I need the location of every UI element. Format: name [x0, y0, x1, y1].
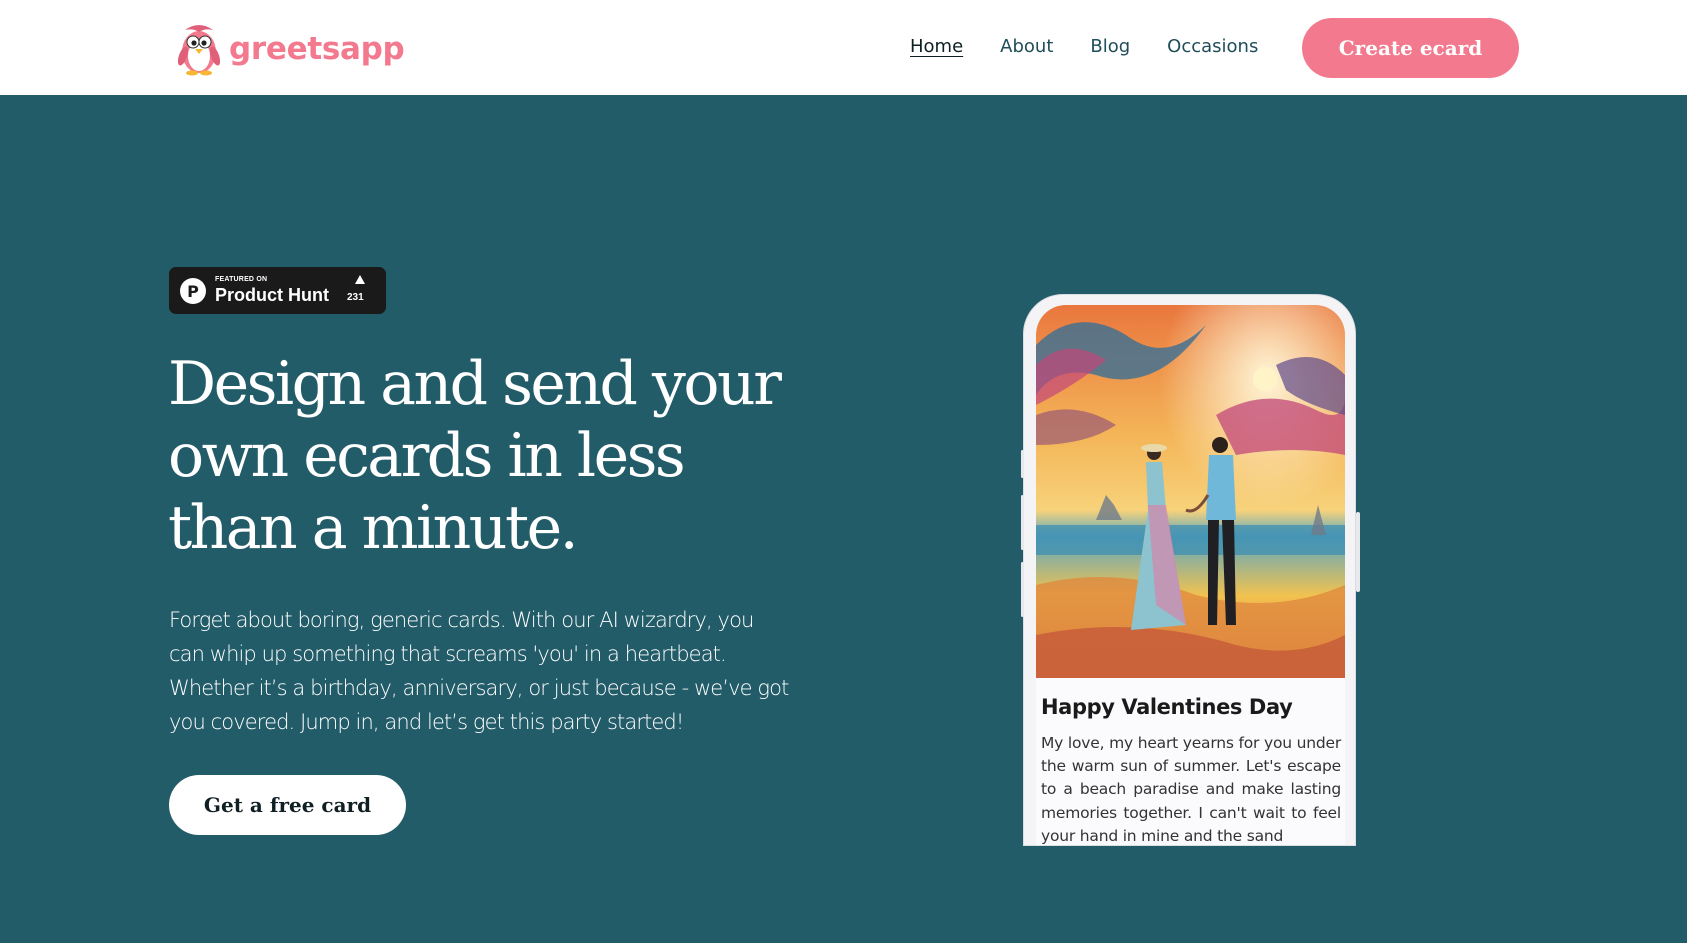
card-title: Happy Valentines Day [1041, 695, 1293, 719]
phone-power-button [1356, 512, 1360, 592]
main-nav: Home About Blog Occasions [910, 36, 1258, 57]
badge-featured-label: FEATURED ON [215, 276, 268, 283]
brand-name: greetsapp [229, 31, 405, 67]
product-hunt-badge[interactable]: P FEATURED ON Product Hunt 231 [169, 267, 386, 314]
card-message: My love, my heart yearns for you under t… [1041, 734, 1341, 845]
phone-side-button [1021, 562, 1024, 617]
nav-link-occasions[interactable]: Occasions [1167, 36, 1258, 57]
get-free-card-button[interactable]: Get a free card [169, 775, 406, 835]
create-ecard-button[interactable]: Create ecard [1302, 18, 1519, 78]
hero-headline: Design and send your own ecards in less … [168, 349, 782, 563]
phone-side-button [1021, 495, 1024, 550]
nav-link-blog[interactable]: Blog [1090, 36, 1130, 57]
nav-link-home[interactable]: Home [910, 36, 963, 57]
penguin-logo-icon [177, 25, 221, 76]
card-artwork-image [1036, 305, 1345, 678]
product-hunt-logo-icon: P [180, 278, 206, 304]
phone-side-button [1021, 450, 1024, 478]
nav-link-about[interactable]: About [1000, 36, 1053, 57]
badge-upvote-count: 231 [347, 292, 364, 303]
brand-logo[interactable]: greetsapp [175, 22, 405, 76]
badge-platform-name: Product Hunt [215, 285, 329, 305]
upvote-arrow-icon [355, 275, 365, 284]
phone-mockup: Happy Valentines Day My love, my heart y… [1023, 294, 1356, 846]
hero-description: Forget about boring, generic cards. With… [169, 608, 789, 734]
site-header: greetsapp Home About Blog Occasions Crea… [0, 0, 1687, 95]
phone-screen: Happy Valentines Day My love, my heart y… [1036, 305, 1345, 845]
